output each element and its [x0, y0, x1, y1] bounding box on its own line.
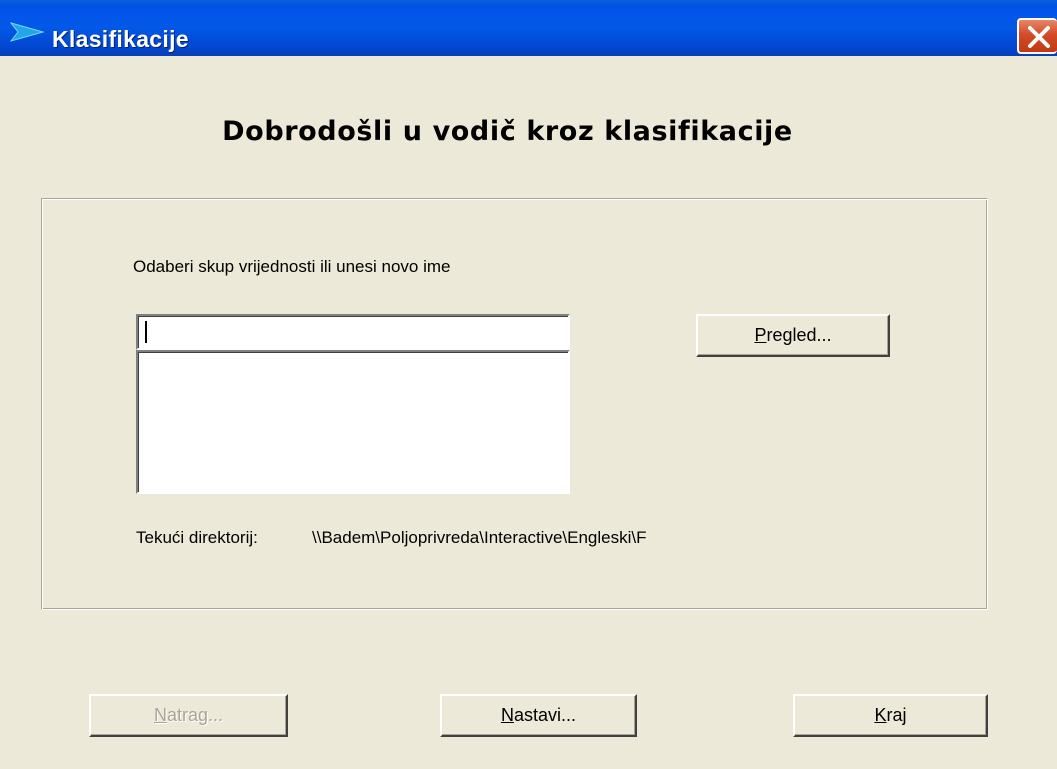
end-button[interactable]: Kraj [793, 694, 988, 737]
close-icon [1028, 26, 1050, 48]
next-label: astavi... [513, 705, 577, 725]
back-mnemonic: N [153, 705, 167, 725]
page-title: Dobrodošli u vodič kroz klasifikacije [222, 116, 793, 147]
end-mnemonic: K [874, 705, 887, 725]
browse-button[interactable]: Pregled... [696, 314, 890, 357]
end-label: raj [886, 705, 907, 725]
prompt-label: Odaberi skup vrijednosti ili unesi novo … [133, 257, 451, 276]
back-label: atrag... [166, 705, 224, 725]
text-caret [145, 321, 147, 343]
close-button[interactable] [1017, 18, 1057, 54]
browse-mnemonic: P [754, 325, 767, 345]
title-bar[interactable]: Klasifikacije [0, 0, 1057, 56]
name-input[interactable] [136, 314, 570, 350]
next-button[interactable]: Nastavi... [440, 694, 637, 737]
back-button[interactable]: Natrag... [89, 694, 288, 737]
window-title: Klasifikacije [52, 26, 189, 52]
current-dir-value: \\Badem\Poljoprivreda\Interactive\Engles… [312, 528, 647, 547]
value-set-list[interactable] [136, 350, 570, 494]
current-dir-label: Tekući direktorij: [136, 528, 258, 547]
browse-label: regled... [766, 325, 832, 345]
next-mnemonic: N [500, 705, 514, 725]
arrow-icon [10, 22, 44, 42]
